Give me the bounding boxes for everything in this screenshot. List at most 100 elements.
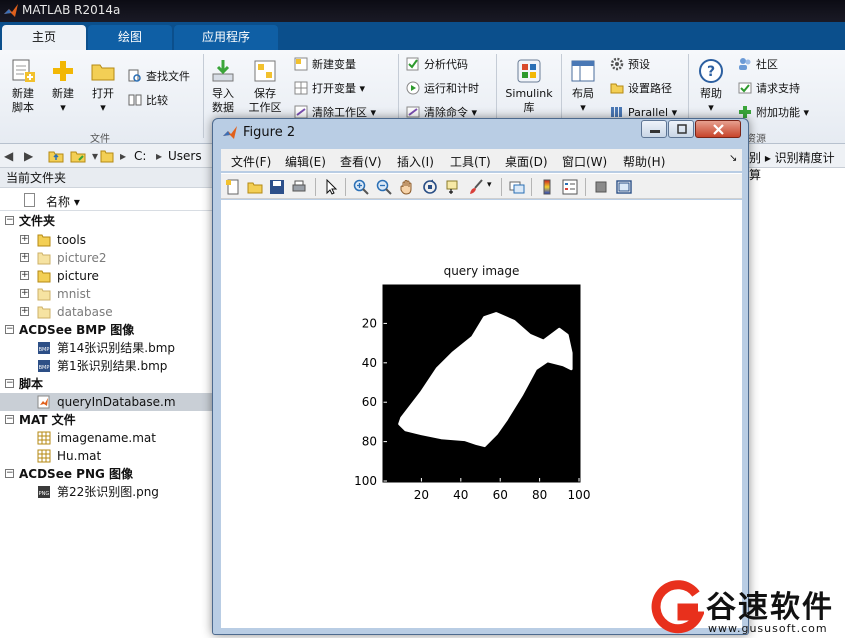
browse-folder-icon[interactable] <box>70 148 86 164</box>
minimize-button[interactable] <box>641 120 667 138</box>
collapse-icon[interactable]: − <box>5 469 14 478</box>
back-arrow-icon[interactable]: ◀ <box>4 149 13 163</box>
community-button[interactable]: 社区 <box>738 56 778 74</box>
list-item[interactable]: BMP 第1张识别结果.bmp <box>0 357 212 375</box>
menu-view[interactable]: 查看(V) <box>340 153 382 170</box>
pointer-arrow-icon[interactable] <box>323 179 339 195</box>
save-icon[interactable] <box>269 179 285 195</box>
open-file-icon[interactable] <box>247 179 263 195</box>
group-folders[interactable]: − 文件夹 <box>0 212 212 230</box>
expand-icon[interactable]: + <box>20 271 29 280</box>
list-item[interactable]: Hu.mat <box>0 447 212 465</box>
close-button[interactable] <box>695 120 741 138</box>
bmp-file-icon: BMP <box>38 342 50 354</box>
new-figure-icon[interactable] <box>225 179 241 195</box>
group-mat-files[interactable]: − MAT 文件 <box>0 411 212 429</box>
list-item[interactable]: + picture2 <box>0 249 212 267</box>
zoom-in-icon[interactable] <box>353 179 369 195</box>
group-scripts[interactable]: − 脚本 <box>0 375 212 393</box>
list-item[interactable]: + tools <box>0 231 212 249</box>
path-tail[interactable]: 别 ▸ 识别精度计算 <box>745 144 845 182</box>
pan-hand-icon[interactable] <box>399 179 415 195</box>
colorbar-icon[interactable] <box>539 179 555 195</box>
list-item[interactable]: + mnist <box>0 285 212 303</box>
collapse-icon[interactable]: − <box>5 216 14 225</box>
rotate-3d-icon[interactable] <box>422 179 438 195</box>
collapse-icon[interactable]: − <box>5 325 14 334</box>
clear-commands-icon <box>406 106 420 118</box>
brand-url: www.gususoft.com <box>708 622 828 635</box>
menu-edit[interactable]: 编辑(E) <box>285 153 326 170</box>
figure-window[interactable]: Figure 2 文件(F) 编辑(E) 查看(V) 插入(I) 工具(T) 桌… <box>212 118 749 635</box>
menu-insert[interactable]: 插入(I) <box>397 153 434 170</box>
group-bmp-images[interactable]: − ACDSee BMP 图像 <box>0 321 212 339</box>
tab-home[interactable]: 主页 <box>2 25 86 50</box>
layout-dropdown-icon: ▾ <box>580 101 586 114</box>
open-button[interactable]: 打开 ▾ <box>86 58 120 115</box>
up-folder-icon[interactable] <box>48 148 64 164</box>
y-tick-label: 40 <box>362 356 377 370</box>
import-data-button[interactable]: 导入 数据 <box>208 58 238 115</box>
menu-window[interactable]: 窗口(W) <box>562 153 607 170</box>
list-item[interactable]: imagename.mat <box>0 429 212 447</box>
collapse-icon[interactable]: − <box>5 379 14 388</box>
tab-plots[interactable]: 绘图 <box>88 25 172 50</box>
new-variable-button[interactable]: 新建变量 <box>294 56 356 74</box>
brush-dropdown-icon[interactable]: ▾ <box>487 180 492 190</box>
menu-tools[interactable]: 工具(T) <box>450 153 491 170</box>
expand-icon[interactable]: + <box>20 289 29 298</box>
svg-text:PNG: PNG <box>39 491 50 497</box>
show-plot-tools-icon[interactable] <box>616 179 632 195</box>
layout-icon <box>571 60 595 82</box>
save-workspace-button[interactable]: 保存 工作区 <box>248 58 282 115</box>
list-item[interactable]: BMP 第14张识别结果.bmp <box>0 339 212 357</box>
zoom-out-icon[interactable] <box>376 179 392 195</box>
x-tick-label: 60 <box>493 488 508 502</box>
print-icon[interactable] <box>291 179 307 195</box>
preferences-button[interactable]: 预设 <box>610 56 650 74</box>
path-dropdown-icon[interactable]: ▾ <box>92 149 98 163</box>
expand-icon[interactable]: + <box>20 235 29 244</box>
legend-icon[interactable] <box>562 179 578 195</box>
hide-plot-tools-icon[interactable] <box>593 179 609 195</box>
link-plot-icon[interactable] <box>509 179 525 195</box>
help-button[interactable]: ? 帮助 ▾ <box>694 58 728 115</box>
open-variable-button[interactable]: 打开变量 ▾ <box>294 80 365 98</box>
forward-arrow-icon[interactable]: ▶ <box>24 149 33 163</box>
request-support-button[interactable]: 请求支持 <box>738 80 800 98</box>
query-image-plot[interactable]: query image 20 40 60 80 100 20 40 60 80 100 <box>221 200 742 628</box>
list-item[interactable]: PNG 第22张识别图.png <box>0 483 212 501</box>
menu-desktop[interactable]: 桌面(D) <box>505 153 548 170</box>
item-name: database <box>57 305 113 319</box>
path-root[interactable]: C: <box>134 149 146 163</box>
analyze-code-button[interactable]: 分析代码 <box>406 56 468 74</box>
menu-help[interactable]: 帮助(H) <box>623 153 665 170</box>
name-column-header[interactable]: 名称 ▾ <box>46 193 80 210</box>
find-files-button[interactable]: 查找文件 <box>128 68 190 86</box>
data-cursor-icon[interactable] <box>445 179 461 195</box>
set-path-button[interactable]: 设置路径 <box>610 80 672 98</box>
expand-icon[interactable]: + <box>20 307 29 316</box>
layout-button[interactable]: 布局 ▾ <box>566 58 600 115</box>
new-script-button[interactable]: 新建 脚本 <box>6 58 40 115</box>
mat-file-icon <box>37 449 51 463</box>
add-ons-button[interactable]: 附加功能 ▾ <box>738 104 809 122</box>
toolbar-separator <box>315 178 316 196</box>
collapse-icon[interactable]: − <box>5 415 14 424</box>
new-button[interactable]: 新建 ▾ <box>46 58 80 115</box>
group-png-images[interactable]: − ACDSee PNG 图像 <box>0 465 212 483</box>
brush-icon[interactable] <box>468 179 484 195</box>
expand-icon[interactable]: + <box>20 253 29 262</box>
menu-file[interactable]: 文件(F) <box>231 153 271 170</box>
list-item[interactable]: + database <box>0 303 212 321</box>
maximize-button[interactable] <box>668 120 694 138</box>
tab-apps[interactable]: 应用程序 <box>174 25 278 50</box>
list-item-selected[interactable]: queryInDatabase.m <box>0 393 212 411</box>
compare-button[interactable]: 比较 <box>128 92 168 110</box>
simulink-library-button[interactable]: Simulink 库 <box>503 58 555 115</box>
path-segment-users[interactable]: Users <box>168 149 202 163</box>
run-and-time-button[interactable]: 运行和计时 <box>406 80 479 98</box>
figure-canvas[interactable]: query image 20 40 60 80 100 20 40 60 80 100 <box>221 200 742 628</box>
list-item[interactable]: + picture <box>0 267 212 285</box>
menu-overflow-icon[interactable]: ↘ <box>729 153 737 164</box>
